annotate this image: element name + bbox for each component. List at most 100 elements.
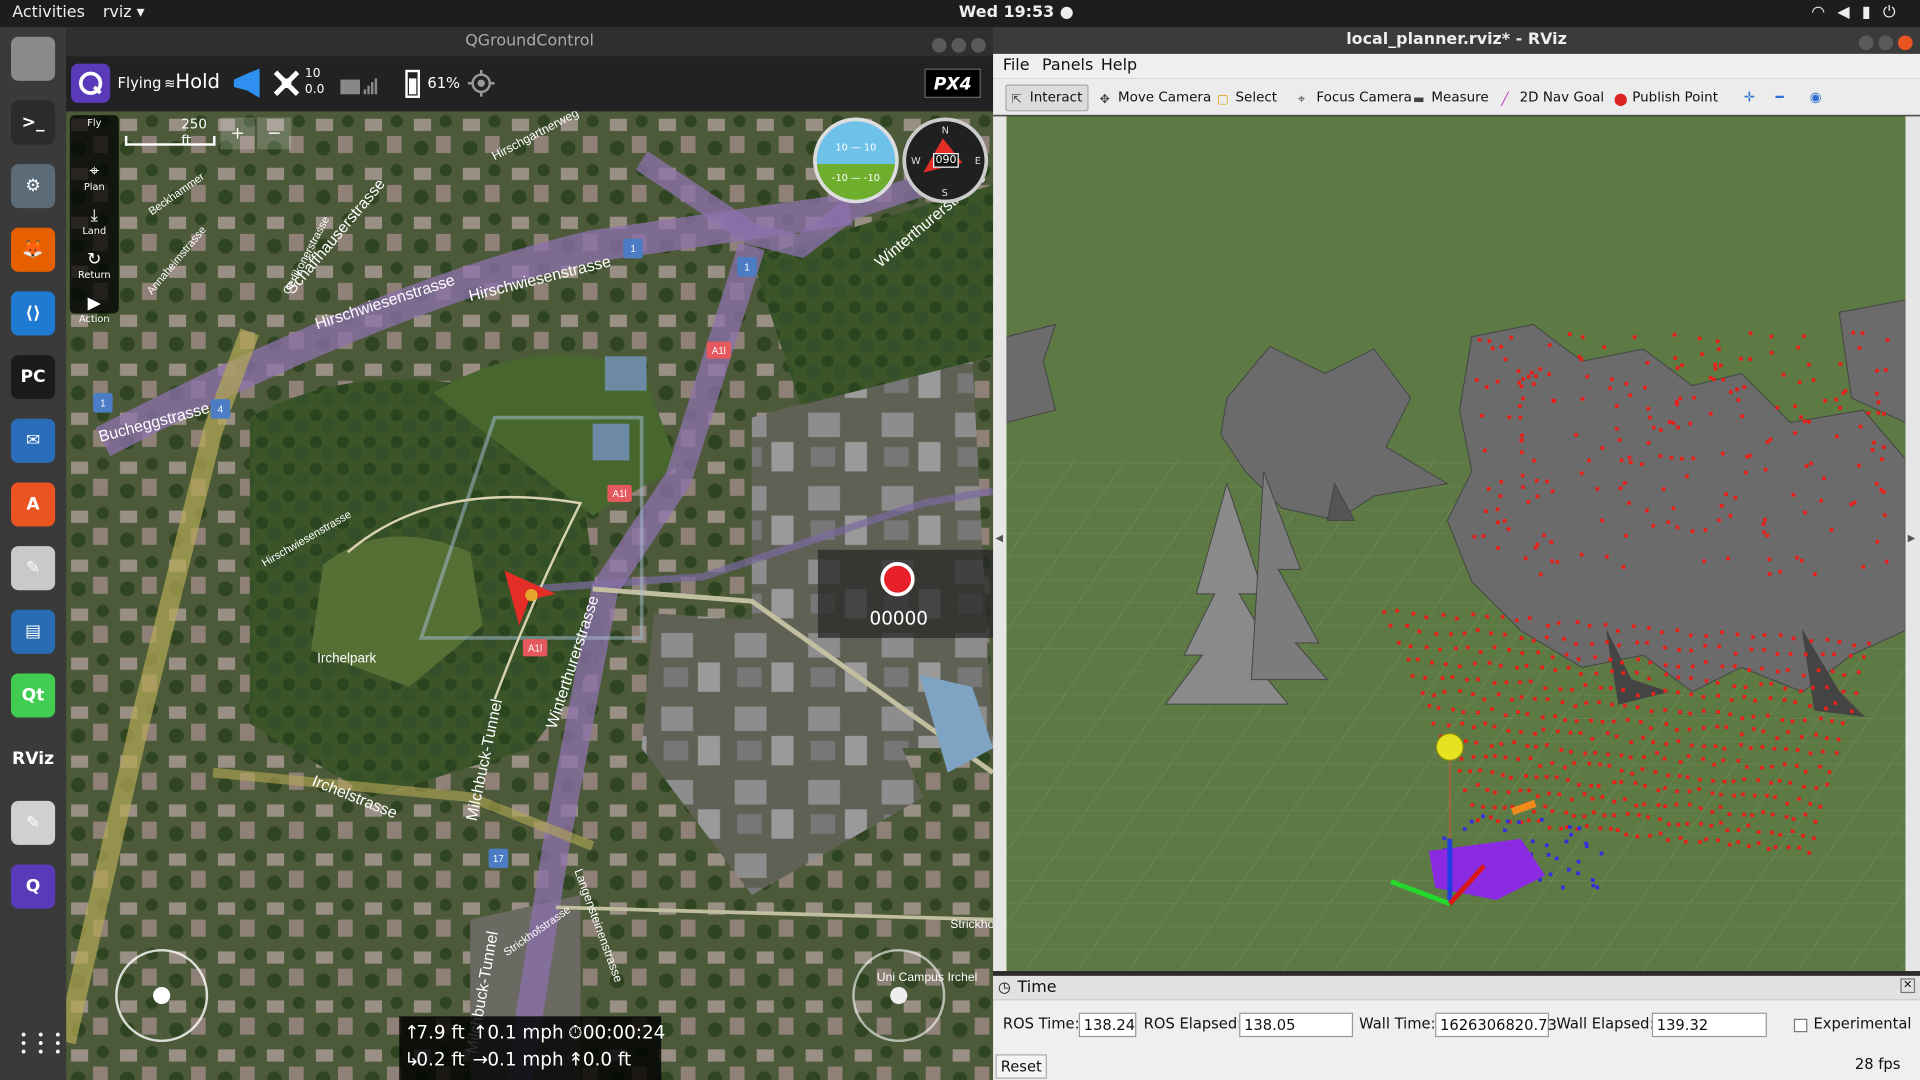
vscode-dock-icon[interactable]: ⟨⟩ [11, 291, 56, 336]
menu-file[interactable]: File [1003, 56, 1030, 74]
point [1610, 669, 1615, 674]
point [1742, 694, 1747, 699]
ros-time-field[interactable]: 138.24 [1078, 1012, 1137, 1038]
flight-mode-selector[interactable]: ≋Hold [164, 70, 220, 93]
point [1775, 669, 1780, 674]
tool-fly-button[interactable]: Fly✈ [70, 115, 119, 159]
point [1664, 722, 1669, 726]
point [1585, 374, 1589, 379]
right-virtual-joystick[interactable] [852, 948, 946, 1043]
tool-return-button[interactable]: ↻ Return [70, 247, 119, 291]
render-panel[interactable] [1006, 116, 1906, 972]
maximize-button[interactable] [1878, 35, 1894, 51]
pycharm-dock-icon[interactable]: PC [11, 355, 56, 400]
menu-help[interactable]: Help [1101, 56, 1137, 74]
point [1632, 335, 1637, 339]
point [1598, 826, 1603, 831]
top-bar: Activities rviz ▾ Wed 19:53 ● ◠◀▮⏻ [0, 0, 1920, 27]
remove-tool-button[interactable]: ━ [1769, 84, 1789, 111]
tool-move-camera-button[interactable]: ✥ Move Camera [1093, 84, 1217, 111]
point [1834, 751, 1839, 755]
left-joystick-knob[interactable] [153, 986, 171, 1005]
experimental-checkbox[interactable] [1793, 1018, 1808, 1033]
gps-satellite-icon[interactable] [272, 69, 301, 98]
point [1477, 337, 1482, 342]
megaphone-icon[interactable] [230, 68, 264, 98]
point [1882, 513, 1887, 518]
point [1786, 845, 1791, 850]
tool-select-button[interactable]: ▢ Select [1211, 84, 1283, 111]
tool-publish-point-button[interactable]: ⬤ Publish Point [1608, 84, 1724, 111]
zoom-in-button[interactable]: + [220, 117, 255, 150]
qgroundcontrol-dock-icon[interactable]: Q [11, 864, 56, 909]
tool-action-button[interactable]: ▶ Action [70, 291, 119, 335]
point [1499, 344, 1503, 349]
gps-lock-icon[interactable] [467, 69, 495, 97]
close-panel-button[interactable]: ✕ [1900, 978, 1916, 994]
menu-panels[interactable]: Panels [1042, 56, 1093, 74]
zoom-out-button[interactable]: − [257, 117, 292, 150]
tool-measure-button[interactable]: ▬ Measure [1407, 84, 1495, 111]
tool-plan-button[interactable]: ⌖ Plan [70, 159, 119, 203]
rc-icon[interactable] [338, 70, 380, 99]
point [1856, 670, 1861, 675]
point [1489, 815, 1493, 820]
view-toggle-button[interactable]: ◉ [1804, 84, 1828, 111]
minimize-button[interactable] [931, 37, 947, 53]
qgc-map[interactable]: Hirschwiesenstrasse Hirschwiesenstrasse … [66, 111, 994, 1080]
qt-creator-dock-icon[interactable]: Qt [11, 673, 56, 718]
point [1454, 616, 1459, 621]
clock[interactable]: Wed 19:53 ● [959, 4, 1074, 22]
terminal-dock-icon[interactable]: >_ [11, 100, 56, 145]
ros-elapsed-label: ROS Elapsed: [1143, 1015, 1243, 1033]
point [1527, 616, 1532, 620]
tool-land-button[interactable]: ⤓ Land [70, 203, 119, 247]
tool-label: Interact [1029, 89, 1083, 106]
wall-elapsed-field[interactable]: 139.32 [1651, 1012, 1767, 1038]
point [1580, 335, 1585, 339]
rviz-3d-view[interactable] [1006, 116, 1906, 972]
firefox-dock-icon[interactable]: 🦊 [11, 227, 56, 272]
left-panel-handle[interactable]: ◀ [993, 116, 1007, 972]
reset-button[interactable]: Reset [995, 1054, 1047, 1079]
thunderbird-dock-icon[interactable]: ✉ [11, 418, 56, 463]
battery-icon[interactable] [404, 69, 421, 98]
left-virtual-joystick[interactable] [115, 948, 209, 1043]
maximize-button[interactable] [951, 37, 967, 53]
point [1799, 558, 1804, 563]
point [1703, 643, 1708, 648]
right-panel-handle[interactable]: ▶ [1905, 116, 1920, 972]
gedit-dock-icon[interactable]: ✎ [11, 800, 56, 845]
point [1625, 717, 1630, 722]
wall-time-field[interactable]: 1626306820.73 [1435, 1012, 1557, 1038]
point [1420, 691, 1425, 695]
right-joystick-knob[interactable] [890, 986, 908, 1005]
activities-button[interactable]: Activities [12, 4, 85, 22]
show-applications-icon[interactable]: • • • • • • • • • [20, 1029, 62, 1060]
close-button[interactable] [1897, 35, 1913, 51]
minimize-button[interactable] [1858, 35, 1874, 51]
record-button[interactable] [880, 562, 915, 597]
tool-2d-nav-goal-button[interactable]: ╱ 2D Nav Goal [1495, 84, 1610, 111]
qgc-logo-button[interactable] [71, 63, 111, 103]
settings-dock-icon[interactable]: ⚙ [11, 164, 56, 209]
point [1813, 819, 1818, 824]
text-editor-dock-icon[interactable]: ✎ [11, 546, 56, 591]
software-dock-icon[interactable]: A [11, 482, 56, 527]
point [1782, 762, 1787, 767]
point [1712, 762, 1717, 767]
files-dock-icon[interactable] [11, 36, 56, 81]
rviz-dock-icon[interactable]: RViz [11, 737, 56, 782]
libreoffice-writer-dock-icon[interactable]: ▤ [11, 609, 56, 654]
add-tool-button[interactable]: ✛ [1738, 84, 1762, 111]
point [1740, 414, 1744, 419]
ros-elapsed-field[interactable]: 138.05 [1239, 1012, 1354, 1038]
system-tray[interactable]: ◠◀▮⏻ [1811, 4, 1907, 22]
app-menu[interactable]: rviz ▾ [103, 4, 145, 22]
point [1520, 651, 1525, 655]
point [1788, 652, 1793, 656]
tool-interact-button[interactable]: ⇱ Interact [1005, 84, 1089, 112]
point [1580, 397, 1585, 401]
tool-focus-camera-button[interactable]: ⌖ Focus Camera [1292, 84, 1418, 111]
close-button[interactable] [971, 37, 986, 53]
